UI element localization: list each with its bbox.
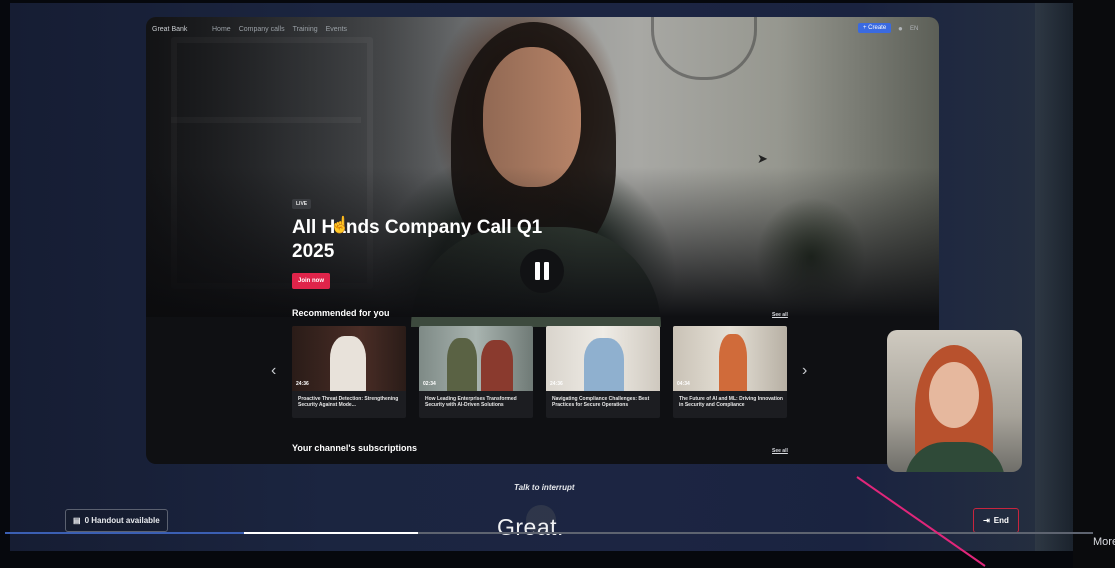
handout-icon: ▤: [73, 516, 81, 525]
thumb-person: [719, 334, 747, 391]
thumb-person: [584, 338, 624, 391]
more-label[interactable]: More: [1093, 536, 1115, 548]
progress-buffered: [244, 532, 419, 534]
pause-button[interactable]: [520, 249, 564, 293]
exit-icon: ⇥: [983, 516, 990, 525]
video-duration: 24:36: [296, 381, 309, 387]
thumb-person: [447, 338, 477, 391]
join-now-button[interactable]: Join now: [292, 273, 330, 289]
background-shade: [1035, 3, 1073, 551]
video-card[interactable]: 24:36 Proactive Threat Detection: Streng…: [292, 326, 406, 418]
hand-cursor-icon: ☝: [330, 217, 350, 234]
video-thumbnail: [546, 326, 660, 391]
video-duration: 02:34: [423, 381, 436, 387]
video-duration: 04:34: [677, 381, 690, 387]
nav-links: Home Company calls Training Events: [212, 26, 347, 33]
carousel-prev-icon[interactable]: ‹: [271, 362, 276, 380]
video-caption: The Future of AI and ML: Driving Innovat…: [679, 396, 783, 408]
handout-label: 0 Handout available: [84, 516, 160, 525]
pause-icon: [535, 262, 540, 280]
right-margin: [1073, 0, 1115, 568]
site-logo[interactable]: Great Bank: [152, 26, 187, 33]
nav-link-company-calls[interactable]: Company calls: [239, 26, 285, 33]
subscriptions-heading: Your channel's subscriptions: [292, 443, 417, 453]
mouse-pointer-icon: ➤: [757, 151, 768, 166]
video-duration: 24:36: [550, 381, 563, 387]
end-label: End: [993, 516, 1009, 525]
presenter-face: [929, 362, 979, 428]
video-card[interactable]: 04:34 The Future of AI and ML: Driving I…: [673, 326, 787, 418]
video-thumbnail: [673, 326, 787, 391]
video-caption: How Leading Enterprises Transformed Secu…: [425, 396, 517, 408]
pause-icon-bar: [544, 262, 549, 280]
presenter-video-tile[interactable]: [887, 330, 1022, 472]
live-badge: LIVE: [292, 199, 312, 209]
video-thumbnail: [292, 326, 406, 391]
carousel-next-icon[interactable]: ›: [802, 362, 807, 380]
subscriptions-see-all-link[interactable]: See all: [772, 448, 788, 454]
recommended-heading: Recommended for you: [292, 308, 390, 318]
nav-link-events[interactable]: Events: [326, 26, 347, 33]
thumb-person: [330, 336, 366, 391]
user-icon[interactable]: ●: [898, 24, 903, 33]
video-card[interactable]: 02:34 How Leading Enterprises Transforme…: [419, 326, 533, 418]
create-button[interactable]: + Create: [858, 23, 892, 33]
recommended-see-all-link[interactable]: See all: [772, 312, 788, 318]
site-nav: Great Bank Home Company calls Training E…: [146, 17, 939, 43]
playback-progress-bar[interactable]: [5, 532, 1093, 534]
video-caption: Navigating Compliance Challenges: Best P…: [552, 396, 650, 408]
handout-button[interactable]: ▤ 0 Handout available: [65, 509, 168, 532]
progress-played: [5, 532, 245, 534]
video-thumbnail: [419, 326, 533, 391]
video-card[interactable]: 24:36 Navigating Compliance Challenges: …: [546, 326, 660, 418]
nav-link-home[interactable]: Home: [212, 26, 231, 33]
talk-to-interrupt-hint: Talk to interrupt: [514, 483, 575, 492]
nav-link-training[interactable]: Training: [293, 26, 318, 33]
end-button[interactable]: ⇥ End: [973, 508, 1019, 533]
shared-screen: Great Bank Home Company calls Training E…: [146, 17, 939, 464]
language-select[interactable]: EN: [910, 26, 918, 32]
thumb-person: [481, 340, 513, 391]
live-caption: Great.: [497, 514, 564, 540]
recommended-carousel: 24:36 Proactive Threat Detection: Streng…: [292, 326, 787, 418]
video-caption: Proactive Threat Detection: Strengthenin…: [298, 396, 399, 408]
